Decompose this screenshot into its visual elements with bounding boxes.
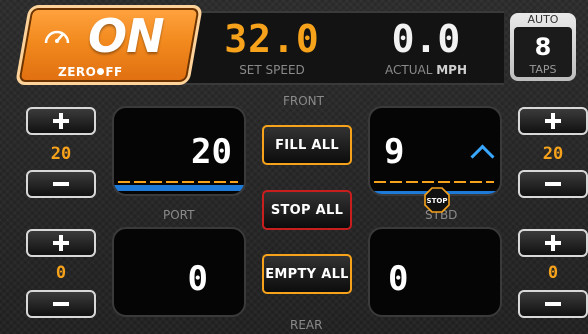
taps-display: 8 TAPS	[514, 27, 572, 77]
brand-dot	[97, 68, 105, 75]
stbd-front-tab-panel[interactable]: 9	[368, 106, 502, 196]
plus-icon	[28, 231, 94, 255]
set-speed-value[interactable]: 32.0	[208, 19, 336, 59]
stop-all-button[interactable]: STOP ALL	[262, 190, 352, 230]
stbd-front-decrease-button[interactable]	[518, 170, 588, 198]
stbd-front-increase-button[interactable]	[518, 107, 588, 135]
stbd-front-stepper-value: 20	[542, 144, 564, 164]
port-label: PORT	[163, 208, 195, 222]
stbd-front-tab-value: 9	[384, 132, 405, 172]
plus-icon	[28, 109, 94, 133]
port-front-increase-button[interactable]	[26, 107, 96, 135]
minus-icon	[520, 292, 586, 316]
brand-text-2: FF	[105, 65, 123, 79]
port-front-tab-panel[interactable]: 20	[112, 106, 246, 196]
stop-badge-text: STOP	[427, 197, 448, 205]
stbd-rear-increase-button[interactable]	[518, 229, 588, 257]
stbd-rear-stepper-value: 0	[547, 263, 559, 283]
port-front-tab-value: 20	[191, 132, 232, 172]
taps-mode-button[interactable]: AUTO 8 TAPS	[510, 13, 576, 81]
chevron-up-icon	[470, 144, 495, 169]
stbd-rear-tab-panel[interactable]: 0	[368, 227, 502, 317]
brand-text: ZERO	[58, 65, 97, 79]
port-rear-stepper-value: 0	[55, 263, 67, 283]
actual-speed-value: 0.0	[391, 17, 461, 61]
taps-mode-label: AUTO	[527, 13, 559, 26]
tab-level-bar	[114, 185, 244, 191]
stop-sign-icon: STOP	[424, 187, 450, 213]
actual-label-text: ACTUAL	[385, 63, 433, 77]
fill-all-button[interactable]: FILL ALL	[262, 125, 352, 165]
power-status-text: ON	[88, 9, 165, 63]
port-rear-increase-button[interactable]	[26, 229, 96, 257]
minus-icon	[28, 172, 94, 196]
taps-value: 8	[534, 33, 552, 61]
stbd-rear-tab-value: 0	[388, 259, 409, 299]
empty-all-button[interactable]: EMPTY ALL	[262, 254, 352, 294]
actual-speed-label: ACTUAL MPH	[361, 63, 491, 77]
speed-unit: MPH	[436, 63, 467, 77]
set-speed-label: SET SPEED	[239, 63, 305, 77]
rear-label: REAR	[290, 318, 323, 332]
taps-label: TAPS	[529, 63, 557, 76]
header: ON ZERO FF 32.0 SET SPEED 0.0 ACTUAL MPH …	[6, 5, 582, 85]
plus-icon	[520, 109, 586, 133]
minus-icon	[520, 172, 586, 196]
plus-icon	[520, 231, 586, 255]
port-front-stepper-value: 20	[50, 144, 72, 164]
tab-position-ticks	[118, 181, 238, 183]
tab-position-ticks	[374, 181, 494, 183]
port-rear-tab-panel[interactable]: 0	[112, 227, 246, 317]
speedometer-icon	[44, 30, 70, 44]
port-rear-decrease-button[interactable]	[26, 290, 96, 318]
minus-icon	[28, 292, 94, 316]
port-front-decrease-button[interactable]	[26, 170, 96, 198]
port-rear-tab-value: 0	[187, 259, 208, 299]
front-label: FRONT	[283, 94, 324, 108]
brand-logo: ZERO FF	[58, 65, 123, 79]
stbd-rear-decrease-button[interactable]	[518, 290, 588, 318]
